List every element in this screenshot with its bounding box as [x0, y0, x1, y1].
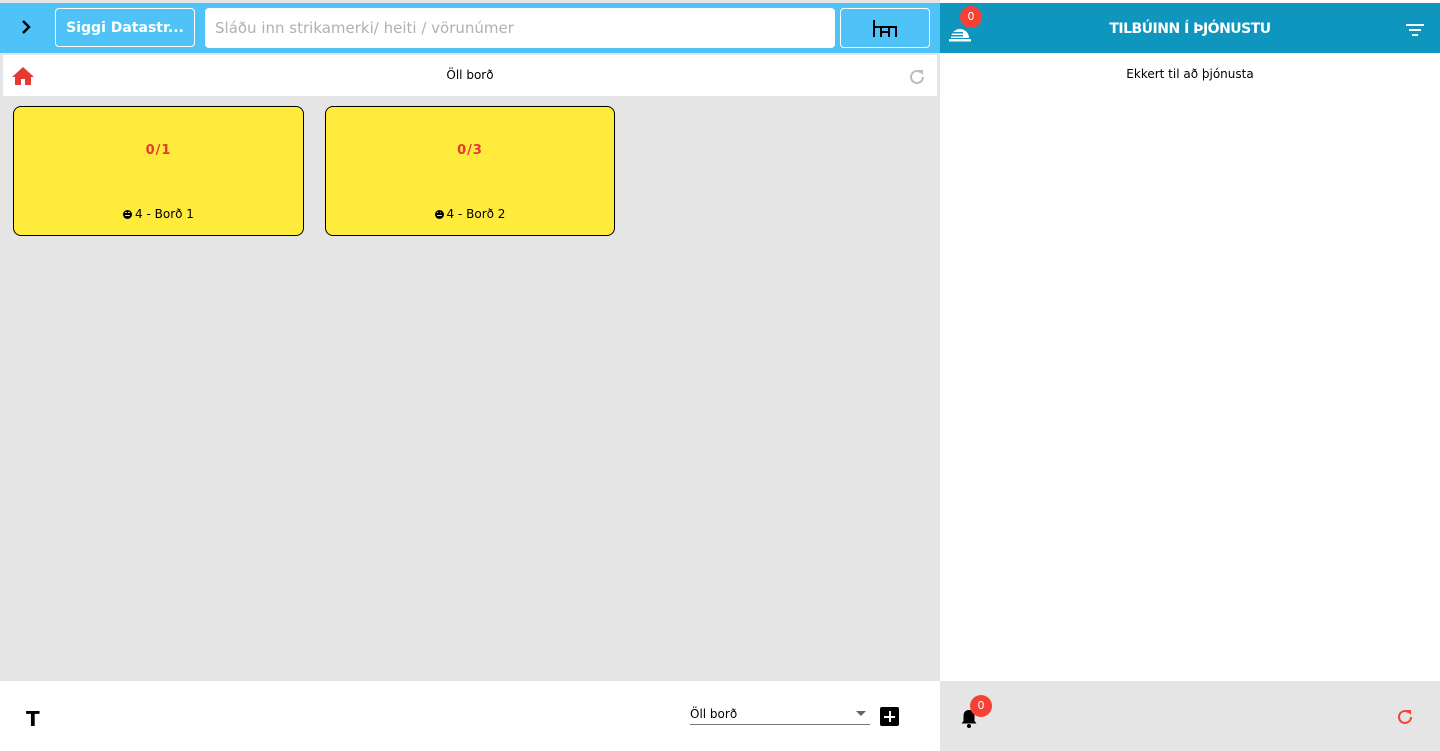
- empty-state-text: Ekkert til að þjónusta: [1126, 67, 1254, 81]
- table-icon: [873, 20, 897, 37]
- table-card[interactable]: 0/3 4 - Borð 2: [325, 106, 615, 236]
- table-label: 4 - Borð 2: [446, 207, 506, 221]
- serving-count-badge: 0: [960, 6, 982, 28]
- search-input[interactable]: [205, 8, 835, 48]
- table-view-button[interactable]: [840, 8, 930, 48]
- ready-to-serve-panel: TILBÚINN Í ÞJÓNUSTU 0 Ekkert til að þjón…: [940, 0, 1440, 751]
- face-icon: [434, 209, 444, 219]
- refresh-icon[interactable]: [907, 67, 927, 87]
- expand-sidebar-button[interactable]: [10, 11, 42, 43]
- bottom-toolbar: T Öll borð: [0, 681, 940, 751]
- breadcrumb-bar: Öll borð: [3, 55, 937, 96]
- table-card[interactable]: 0/1 4 - Borð 1: [13, 106, 304, 236]
- panel-header: TILBÚINN Í ÞJÓNUSTU 0: [940, 3, 1440, 53]
- table-occupancy: 0/3: [457, 143, 483, 158]
- panel-title: TILBÚINN Í ÞJÓNUSTU: [1109, 21, 1271, 37]
- select-value: Öll borð: [690, 707, 738, 721]
- table-filter-select[interactable]: Öll borð: [690, 703, 870, 725]
- chevron-down-icon: [856, 711, 866, 716]
- user-button[interactable]: Siggi Datastr...: [55, 8, 195, 47]
- top-toolbar: Siggi Datastr...: [0, 3, 940, 53]
- table-label: 4 - Borð 1: [135, 207, 194, 221]
- page-title: Öll borð: [446, 68, 494, 82]
- table-occupancy: 0/1: [145, 143, 172, 158]
- filter-icon[interactable]: [1406, 23, 1424, 37]
- panel-footer: 0: [940, 681, 1440, 751]
- face-icon: [123, 209, 133, 219]
- add-table-button[interactable]: [880, 707, 899, 726]
- home-icon[interactable]: [11, 66, 35, 86]
- text-icon[interactable]: T: [26, 707, 40, 731]
- chevron-right-icon: [22, 20, 31, 34]
- tables-panel: Siggi Datastr... Öll borð 0/1 4 - Bo: [0, 0, 940, 751]
- refresh-icon[interactable]: [1395, 707, 1415, 727]
- notification-count-badge: 0: [970, 695, 992, 717]
